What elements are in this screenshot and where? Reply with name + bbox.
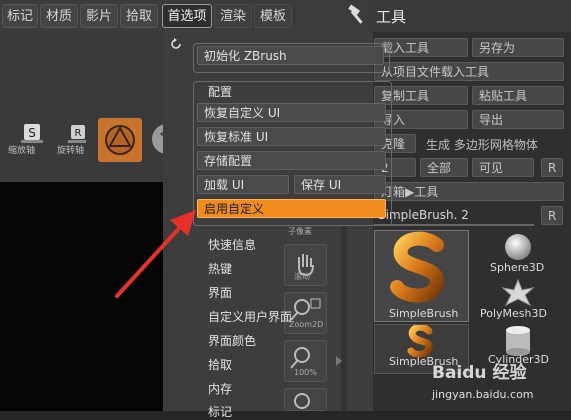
pref-item-memory[interactable]: 内存: [208, 380, 232, 397]
tool-thumb-simplebrush[interactable]: SimpleBrush: [374, 230, 469, 322]
tool-palette-title: 工具: [376, 8, 407, 26]
pref-item-picker[interactable]: 拾取: [208, 356, 232, 373]
cylinder3d-icon: [506, 326, 530, 356]
r-button-1[interactable]: R: [541, 158, 563, 177]
magnifier-icon-2: [294, 393, 310, 409]
rotate-axis-icon[interactable]: R: [65, 121, 89, 145]
save-ui-button[interactable]: 保存 UI: [294, 175, 386, 194]
aahalf-button[interactable]: [284, 388, 327, 411]
thumb-label: Sphere3D: [490, 261, 545, 274]
percent-label: 100%: [294, 368, 317, 377]
rotate-axis-label: 旋转轴: [57, 146, 85, 156]
svg-text:R: R: [75, 128, 82, 139]
reset-icon[interactable]: [169, 37, 183, 51]
menu-tab-preferences[interactable]: 首选项: [162, 4, 212, 28]
pref-item-hotkeys[interactable]: 热键: [208, 260, 232, 277]
visible-button[interactable]: 可见: [472, 158, 534, 177]
pref-item-marker[interactable]: 标记: [208, 403, 232, 420]
lightbox-tools-button[interactable]: 灯箱▶工具: [374, 182, 564, 201]
pref-item-interface[interactable]: 界面: [208, 284, 232, 301]
enable-custom-button[interactable]: 启用自定义: [197, 199, 386, 218]
actual-size-button[interactable]: 100%: [284, 340, 327, 382]
pref-item-custom-ui[interactable]: 自定义用户界面: [208, 308, 292, 325]
svg-text:S: S: [28, 126, 36, 140]
store-config-button[interactable]: 存储配置: [197, 151, 386, 170]
pref-item-ui-colors[interactable]: 界面颜色: [208, 332, 256, 349]
tool-thumb-polymesh3d[interactable]: PolyMesh3D: [470, 278, 565, 324]
menu-tab-render[interactable]: 渲染: [214, 4, 252, 28]
thumb-label: SimpleBrush: [389, 307, 459, 320]
scale-axis-label: 缩放轴: [8, 146, 36, 156]
menu-tab-marker[interactable]: 标记: [2, 4, 38, 28]
menu-tab-movie[interactable]: 影片: [80, 4, 118, 28]
menu-tab-picker[interactable]: 拾取: [120, 4, 158, 28]
restore-standard-ui-button[interactable]: 恢复标准 UI: [197, 127, 386, 146]
simplebrush-small-s-icon: [407, 323, 433, 358]
watermark-url: jingyan.baidu.com: [432, 388, 534, 401]
export-button[interactable]: 导出: [472, 110, 564, 129]
menu-tab-material[interactable]: 材质: [40, 4, 78, 28]
canvas-area[interactable]: [0, 182, 171, 411]
restore-custom-ui-button[interactable]: 恢复自定义 UI: [197, 103, 386, 122]
make-polymesh-button[interactable]: 生成 多边形网格物体: [426, 136, 538, 153]
subpixel-label: 子像素: [288, 227, 312, 236]
all-button[interactable]: 全部: [420, 158, 468, 177]
scroll-button[interactable]: 滚动: [284, 244, 327, 286]
panel-separator: [341, 226, 347, 411]
sphere3d-icon: [505, 234, 531, 260]
material-sphere-icon: [105, 125, 135, 155]
material-sphere-button[interactable]: [98, 118, 142, 162]
load-from-project-button[interactable]: 从项目文件载入工具: [374, 62, 564, 81]
zoom2d-label: Zoom2D: [289, 320, 324, 329]
menu-tab-stencil[interactable]: 模板: [254, 4, 292, 28]
expand-arrow-icon[interactable]: [336, 356, 342, 366]
config-title: 配置: [208, 85, 233, 99]
tool-thumb-sphere3d[interactable]: Sphere3D: [470, 230, 565, 276]
watermark-brand: Baidu 经验: [432, 363, 527, 383]
scale-axis-icon[interactable]: S: [20, 121, 44, 145]
save-as-button[interactable]: 另存为: [472, 38, 564, 57]
load-ui-button[interactable]: 加载 UI: [197, 175, 289, 194]
simplebrush-s-icon: [390, 231, 444, 303]
pref-item-quickinfo[interactable]: 快速信息: [208, 236, 256, 253]
r-button-2[interactable]: R: [541, 206, 563, 225]
tool-slider-track[interactable]: [374, 224, 534, 226]
paste-tool-button[interactable]: 粘贴工具: [472, 86, 564, 105]
polymesh-star-icon: [501, 278, 535, 307]
scroll-label: 滚动: [294, 272, 310, 281]
watermark: Baidu 经验 jingyan.baidu.com: [432, 358, 571, 411]
thumb-label: PolyMesh3D: [480, 307, 547, 320]
init-zbrush-button[interactable]: 初始化 ZBrush: [197, 46, 384, 65]
hammer-icon[interactable]: [346, 4, 368, 26]
